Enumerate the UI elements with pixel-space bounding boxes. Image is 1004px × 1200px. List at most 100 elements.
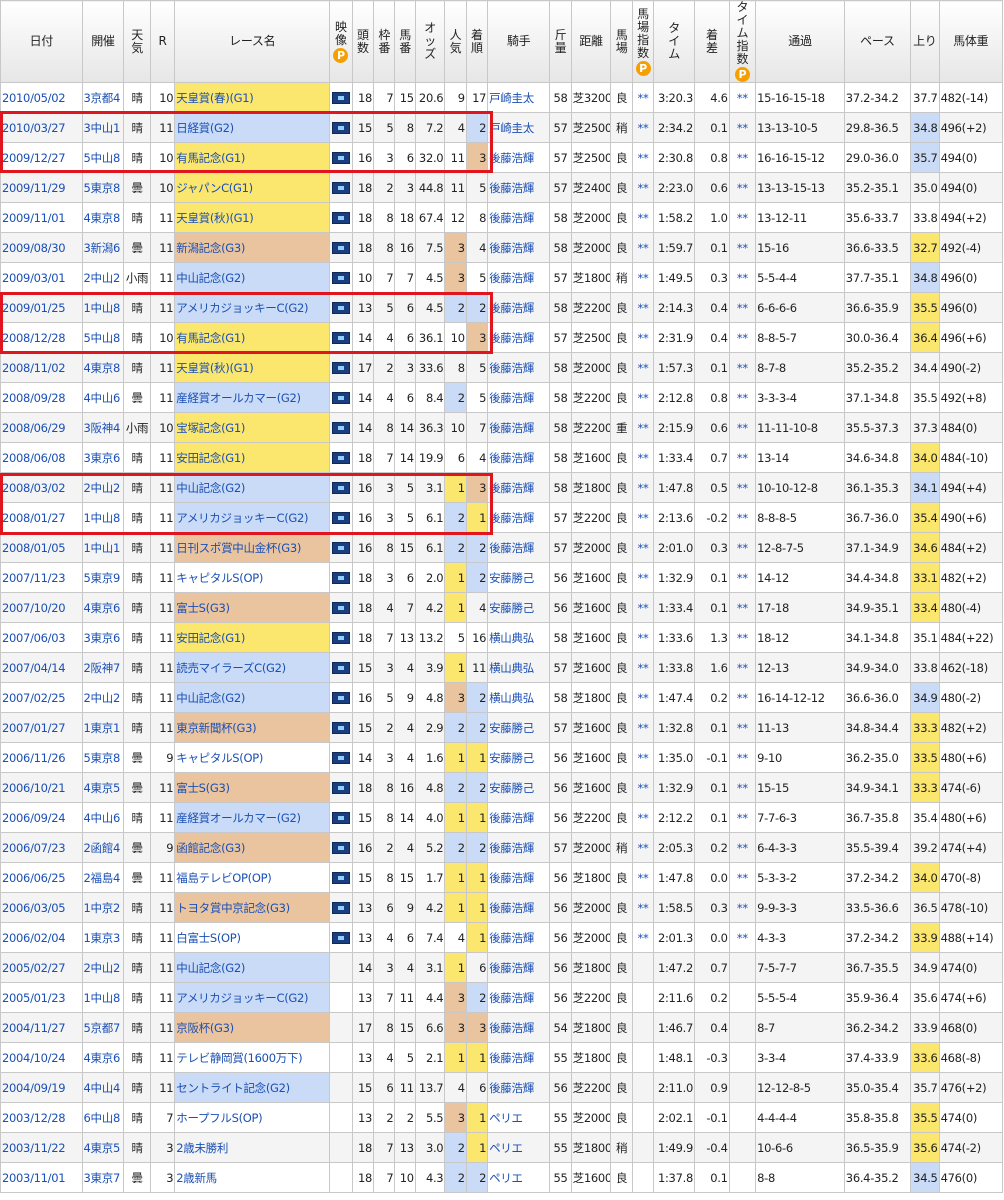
race-name-link[interactable]: 日経賞(G2) — [176, 121, 234, 135]
video-play-icon[interactable] — [331, 212, 350, 224]
jockey-link[interactable]: 後藤浩輝 — [489, 541, 534, 555]
video-play-icon[interactable] — [331, 242, 350, 254]
venue-link[interactable]: 4東京8 — [84, 211, 121, 225]
venue-link[interactable]: 2函館4 — [84, 841, 121, 855]
venue-link[interactable]: 5東京8 — [84, 751, 121, 765]
track-index-link[interactable]: ** — [638, 901, 649, 915]
col-track-index[interactable]: 馬場指数 P — [631, 0, 655, 83]
venue-link[interactable]: 3阪神4 — [84, 421, 121, 435]
time-index-link[interactable]: ** — [737, 781, 748, 795]
race-name-link[interactable]: 有馬記念(G1) — [176, 151, 245, 165]
venue-link[interactable]: 6中山8 — [84, 1111, 121, 1125]
track-index-link[interactable]: ** — [638, 361, 649, 375]
venue-link[interactable]: 3東京6 — [84, 451, 121, 465]
race-date-link[interactable]: 2004/09/19 — [2, 1081, 66, 1095]
track-index-link[interactable]: ** — [638, 631, 649, 645]
track-index-link[interactable]: ** — [638, 421, 649, 435]
track-index-link[interactable]: ** — [638, 691, 649, 705]
jockey-link[interactable]: 後藤浩輝 — [489, 451, 534, 465]
race-date-link[interactable]: 2003/12/28 — [2, 1111, 66, 1125]
race-name-link[interactable]: 中山記念(G2) — [176, 961, 245, 975]
race-name-link[interactable]: 京阪杯(G3) — [176, 1021, 234, 1035]
race-name-link[interactable]: トヨタ賞中京記念(G3) — [176, 901, 290, 915]
venue-link[interactable]: 2中山2 — [84, 271, 121, 285]
jockey-link[interactable]: 後藤浩輝 — [489, 1081, 534, 1095]
race-name-link[interactable]: セントライト記念(G2) — [176, 1081, 290, 1095]
track-index-link[interactable]: ** — [638, 181, 649, 195]
race-date-link[interactable]: 2007/01/27 — [2, 721, 66, 735]
track-index-link[interactable]: ** — [638, 481, 649, 495]
jockey-link[interactable]: 後藤浩輝 — [489, 211, 534, 225]
jockey-link[interactable]: 安藤勝己 — [489, 571, 534, 585]
race-name-link[interactable]: 白富士S(OP) — [176, 931, 241, 945]
race-name-link[interactable]: 安田記念(G1) — [176, 631, 245, 645]
race-date-link[interactable]: 2008/09/28 — [2, 391, 66, 405]
race-date-link[interactable]: 2010/03/27 — [2, 121, 66, 135]
race-name-link[interactable]: 読売マイラーズC(G2) — [176, 661, 286, 675]
venue-link[interactable]: 1中山8 — [84, 991, 121, 1005]
race-name-link[interactable]: 富士S(G3) — [176, 781, 230, 795]
race-name-link[interactable]: 天皇賞(秋)(G1) — [176, 361, 253, 375]
time-index-link[interactable]: ** — [737, 931, 748, 945]
jockey-link[interactable]: ペリエ — [489, 1171, 523, 1185]
jockey-link[interactable]: 安藤勝己 — [489, 781, 534, 795]
race-name-link[interactable]: 天皇賞(春)(G1) — [176, 91, 253, 105]
race-date-link[interactable]: 2008/03/02 — [2, 481, 66, 495]
jockey-link[interactable]: 後藤浩輝 — [489, 361, 534, 375]
jockey-link[interactable]: 横山典弘 — [489, 691, 534, 705]
venue-link[interactable]: 1東京1 — [84, 721, 121, 735]
time-index-link[interactable]: ** — [737, 181, 748, 195]
venue-link[interactable]: 1東京3 — [84, 931, 121, 945]
time-index-link[interactable]: ** — [737, 661, 748, 675]
jockey-link[interactable]: 横山典弘 — [489, 661, 534, 675]
race-date-link[interactable]: 2007/04/14 — [2, 661, 66, 675]
race-name-link[interactable]: ホープフルS(OP) — [176, 1111, 262, 1125]
video-play-icon[interactable] — [331, 662, 350, 674]
time-index-link[interactable]: ** — [737, 451, 748, 465]
jockey-link[interactable]: 後藤浩輝 — [489, 151, 534, 165]
video-play-icon[interactable] — [331, 122, 350, 134]
col-race-name[interactable]: レース名 — [174, 0, 331, 83]
video-play-icon[interactable] — [331, 272, 350, 284]
race-date-link[interactable]: 2009/11/01 — [2, 211, 66, 225]
col-race-number[interactable]: R — [149, 0, 176, 83]
video-play-icon[interactable] — [331, 362, 350, 374]
race-date-link[interactable]: 2008/11/02 — [2, 361, 66, 375]
jockey-link[interactable]: 後藤浩輝 — [489, 811, 534, 825]
race-name-link[interactable]: ジャパンC(G1) — [176, 181, 253, 195]
col-field-size[interactable]: 頭数 — [351, 0, 375, 83]
race-date-link[interactable]: 2009/11/29 — [2, 181, 66, 195]
video-play-icon[interactable] — [331, 422, 350, 434]
col-venue[interactable]: 開催 — [81, 0, 125, 83]
venue-link[interactable]: 2福島4 — [84, 871, 121, 885]
jockey-link[interactable]: 後藤浩輝 — [489, 301, 534, 315]
venue-link[interactable]: 5京都7 — [84, 1021, 121, 1035]
time-index-link[interactable]: ** — [737, 541, 748, 555]
track-index-link[interactable]: ** — [638, 571, 649, 585]
time-index-link[interactable]: ** — [737, 601, 748, 615]
video-play-icon[interactable] — [331, 812, 350, 824]
venue-link[interactable]: 1中山1 — [84, 541, 121, 555]
track-index-link[interactable]: ** — [638, 331, 649, 345]
track-index-link[interactable]: ** — [638, 931, 649, 945]
race-date-link[interactable]: 2006/06/25 — [2, 871, 66, 885]
video-play-icon[interactable] — [331, 182, 350, 194]
col-passing[interactable]: 通過 — [755, 0, 845, 83]
race-name-link[interactable]: 2歳新馬 — [176, 1171, 217, 1185]
video-play-icon[interactable] — [331, 722, 350, 734]
race-date-link[interactable]: 2009/08/30 — [2, 241, 66, 255]
venue-link[interactable]: 3東京7 — [84, 1171, 121, 1185]
race-date-link[interactable]: 2003/11/22 — [2, 1141, 66, 1155]
video-play-icon[interactable] — [331, 602, 350, 614]
race-name-link[interactable]: テレビ静岡賞(1600万下) — [176, 1051, 302, 1065]
jockey-link[interactable]: 後藤浩輝 — [489, 481, 534, 495]
race-name-link[interactable]: 富士S(G3) — [176, 601, 230, 615]
time-index-link[interactable]: ** — [737, 271, 748, 285]
col-weather[interactable]: 天気 — [123, 0, 151, 83]
race-date-link[interactable]: 2006/02/04 — [2, 931, 66, 945]
time-index-link[interactable]: ** — [737, 901, 748, 915]
race-name-link[interactable]: キャピタルS(OP) — [176, 751, 263, 765]
video-play-icon[interactable] — [331, 302, 350, 314]
jockey-link[interactable]: 後藤浩輝 — [489, 181, 534, 195]
venue-link[interactable]: 2阪神7 — [84, 661, 121, 675]
